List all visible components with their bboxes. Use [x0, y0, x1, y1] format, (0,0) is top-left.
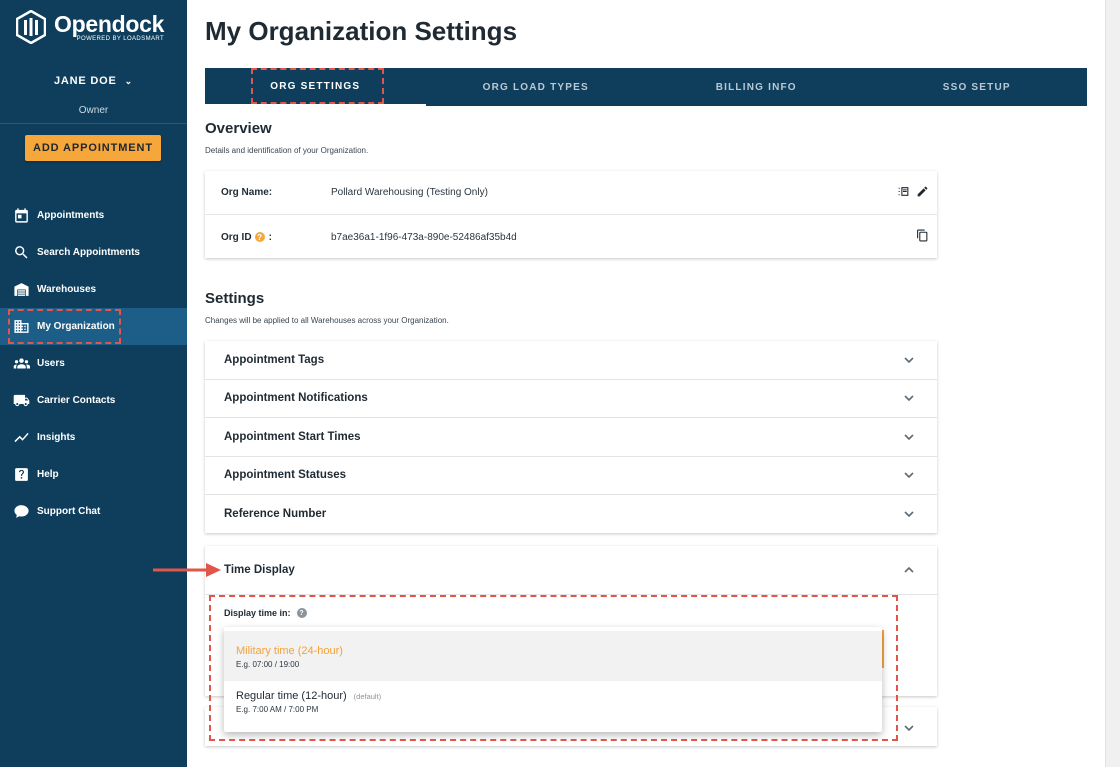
users-icon	[12, 355, 30, 373]
overview-card: Org Name: Pollard Warehousing (Testing O…	[205, 171, 937, 258]
time-display-header[interactable]: Time Display	[205, 546, 937, 595]
sidebar-item-label: Help	[37, 469, 59, 480]
sidebar-item-label: Insights	[37, 432, 76, 443]
sidebar-item-carrier-contacts[interactable]: Carrier Contacts	[0, 382, 187, 419]
edit-icon[interactable]	[916, 185, 929, 201]
tab-billing-info[interactable]: BILLING INFO	[646, 68, 867, 106]
dropdown-highlight-annotation	[209, 595, 898, 741]
accordion-label: Time Display	[224, 564, 295, 576]
sidebar-item-label: Carrier Contacts	[37, 395, 116, 406]
sidebar-item-label: Users	[37, 358, 65, 369]
org-id-row: Org ID ? : b7ae36a1-1f96-473a-890e-52486…	[205, 215, 937, 259]
chevron-down-icon	[903, 469, 915, 481]
org-name-value: Pollard Warehousing (Testing Only)	[331, 187, 488, 198]
chevron-down-icon	[903, 392, 915, 404]
sidebar-divider	[0, 123, 187, 124]
org-name-row: Org Name: Pollard Warehousing (Testing O…	[205, 171, 937, 215]
org-id-label-text: Org ID	[221, 231, 252, 243]
org-id-label: Org ID ? :	[221, 232, 331, 243]
accordion-appointment-statuses[interactable]: Appointment Statuses	[205, 457, 937, 495]
sidebar-item-label: Search Appointments	[37, 247, 140, 258]
sidebar-item-search-appointments[interactable]: Search Appointments	[0, 234, 187, 271]
add-appointment-button[interactable]: ADD APPOINTMENT	[25, 135, 161, 161]
sidebar-item-help[interactable]: Help	[0, 456, 187, 493]
chevron-down-icon	[903, 431, 915, 443]
org-id-colon: :	[268, 231, 272, 243]
tab-sso-setup[interactable]: SSO SETUP	[867, 68, 1088, 106]
chevron-down-icon: ⌄	[124, 76, 133, 86]
sidebar-item-warehouses[interactable]: Warehouses	[0, 271, 187, 308]
scrollbar[interactable]	[1105, 0, 1120, 767]
chevron-down-icon	[903, 354, 915, 366]
org-id-value: b7ae36a1-1f96-473a-890e-52486af35b4d	[331, 231, 517, 243]
copy-icon[interactable]	[916, 229, 929, 245]
org-name-label: Org Name:	[221, 187, 273, 198]
sidebar: Opendock POWERED BY LOADSMART JANE DOE ⌄ …	[0, 0, 187, 767]
overview-title: Overview	[205, 120, 272, 137]
tab-highlight-annotation	[251, 68, 384, 104]
search-icon	[12, 244, 30, 262]
sidebar-item-appointments[interactable]: Appointments	[0, 197, 187, 234]
settings-accordion: Appointment Tags Appointment Notificatio…	[205, 341, 937, 533]
accordion-reference-number[interactable]: Reference Number	[205, 495, 937, 534]
sidebar-item-label: Appointments	[37, 210, 105, 221]
page-title: My Organization Settings	[205, 16, 518, 46]
brand-name: Opendock	[54, 11, 165, 37]
chat-icon	[12, 503, 30, 521]
help-icon	[12, 466, 30, 484]
details-icon[interactable]	[897, 185, 910, 201]
opendock-logo-icon	[15, 9, 47, 45]
accordion-label: Appointment Notifications	[224, 392, 368, 405]
warehouse-icon	[12, 281, 30, 299]
accordion-appointment-tags[interactable]: Appointment Tags	[205, 341, 937, 380]
chevron-down-icon	[903, 508, 915, 520]
sidebar-item-label: Support Chat	[37, 506, 101, 517]
truck-icon	[12, 392, 30, 410]
logo[interactable]: Opendock POWERED BY LOADSMART	[15, 9, 165, 45]
settings-subtitle: Changes will be applied to all Warehouse…	[205, 316, 449, 325]
calendar-icon	[12, 207, 30, 225]
settings-title: Settings	[205, 290, 265, 307]
sidebar-item-insights[interactable]: Insights	[0, 419, 187, 456]
arrow-right-icon	[153, 563, 221, 577]
sidebar-nav: Appointments Search Appointments Warehou…	[0, 197, 187, 530]
user-role: Owner	[78, 105, 109, 116]
sidebar-item-users[interactable]: Users	[0, 345, 187, 382]
help-circle-icon[interactable]: ?	[254, 232, 265, 242]
chevron-up-icon	[903, 564, 915, 576]
accordion-appointment-start-times[interactable]: Appointment Start Times	[205, 418, 937, 457]
sidebar-item-label: Warehouses	[37, 284, 97, 295]
nav-highlight-annotation	[8, 309, 121, 344]
chart-line-icon	[12, 429, 30, 447]
accordion-label: Reference Number	[224, 508, 327, 521]
user-name: JANE DOE	[54, 75, 117, 87]
overview-subtitle: Details and identification of your Organ…	[205, 146, 369, 155]
chevron-down-icon	[903, 721, 915, 733]
accordion-label: Appointment Start Times	[224, 430, 361, 443]
sidebar-item-support-chat[interactable]: Support Chat	[0, 493, 187, 530]
accordion-label: Appointment Statuses	[224, 469, 347, 482]
tab-org-load-types[interactable]: ORG LOAD TYPES	[426, 68, 647, 106]
user-menu[interactable]: JANE DOE ⌄	[0, 75, 187, 87]
accordion-label: Appointment Tags	[224, 353, 325, 366]
accordion-appointment-notifications[interactable]: Appointment Notifications	[205, 380, 937, 418]
